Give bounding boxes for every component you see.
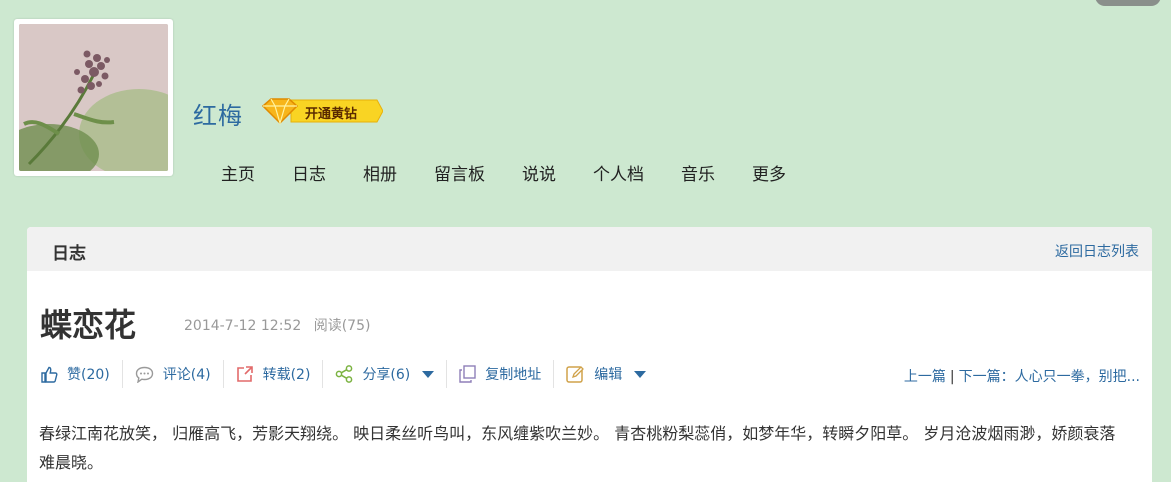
copy-address-button[interactable]: 复制地址 [447, 360, 555, 388]
nav-item-music[interactable]: 音乐 [681, 160, 715, 185]
blog-card: 日志 返回日志列表 蝶恋花 2014-7-12 12:52 阅读(75) 赞(2… [27, 227, 1152, 482]
share-icon [335, 365, 353, 383]
copy-label: 复制地址 [485, 367, 542, 383]
section-title: 日志 [52, 244, 86, 264]
nav-item-guestbook[interactable]: 留言板 [434, 160, 485, 185]
avatar-image [19, 24, 168, 171]
share-button[interactable]: 分享(6) [323, 360, 448, 388]
user-name[interactable]: 红梅 [193, 96, 243, 131]
edit-label: 编辑 [594, 367, 623, 383]
post-body: 春绿江南花放笑， 归雁高飞，芳影天翔绕。 映日柔丝听鸟叫，东风缠紫吹兰妙。 青杏… [39, 424, 1116, 472]
post-date: 2014-7-12 12:52 [184, 318, 302, 334]
vip-label: 开通黄钻 [305, 107, 358, 122]
share-dropdown-icon[interactable] [422, 370, 435, 378]
thumbs-up-icon [41, 366, 58, 383]
edit-dropdown-icon[interactable] [634, 370, 647, 378]
main-nav: 主页 日志 相册 留言板 说说 个人档 音乐 更多 [221, 160, 823, 185]
post-meta: 2014-7-12 12:52 阅读(75) [184, 315, 378, 335]
post-pager: 上一篇 | 下一篇：人心只一拳，别把... [904, 366, 1140, 386]
avatar[interactable] [14, 19, 173, 176]
like-button[interactable]: 赞(20) [38, 360, 123, 388]
top-right-button-remnant[interactable] [1095, 0, 1161, 6]
edit-icon [566, 365, 585, 384]
edit-button[interactable]: 编辑 [554, 360, 658, 388]
comment-button[interactable]: 评论(4) [123, 360, 224, 388]
post-reads: 阅读(75) [313, 318, 371, 334]
like-label: 赞(20) [67, 367, 110, 383]
card-header: 日志 返回日志列表 [27, 227, 1152, 271]
comment-icon [135, 366, 154, 383]
next-post-link[interactable]: 下一篇：人心只一拳，别把... [959, 369, 1140, 385]
copy-icon [459, 365, 476, 383]
prev-post-link[interactable]: 上一篇 [904, 369, 946, 385]
share-label: 分享(6) [362, 367, 411, 383]
comment-label: 评论(4) [162, 367, 211, 383]
nav-item-home[interactable]: 主页 [221, 160, 255, 185]
back-to-list-link[interactable]: 返回日志列表 [1055, 241, 1139, 261]
nav-item-more[interactable]: 更多 [752, 160, 786, 185]
pager-separator: | [949, 369, 955, 385]
post-actions: 赞(20) 评论(4) 转载(2) 分享(6) 复制地址 编辑 [38, 360, 658, 388]
repost-button[interactable]: 转载(2) [224, 360, 324, 388]
vip-badge[interactable]: 开通黄钻 [259, 96, 383, 126]
repost-label: 转载(2) [262, 367, 311, 383]
top-edge-remnant [28, 0, 258, 2]
nav-item-blog[interactable]: 日志 [292, 160, 326, 185]
repost-icon [236, 365, 254, 383]
nav-item-album[interactable]: 相册 [363, 160, 397, 185]
nav-item-profile[interactable]: 个人档 [593, 160, 644, 185]
nav-item-status[interactable]: 说说 [522, 160, 556, 185]
post-title: 蝶恋花 [40, 306, 137, 344]
